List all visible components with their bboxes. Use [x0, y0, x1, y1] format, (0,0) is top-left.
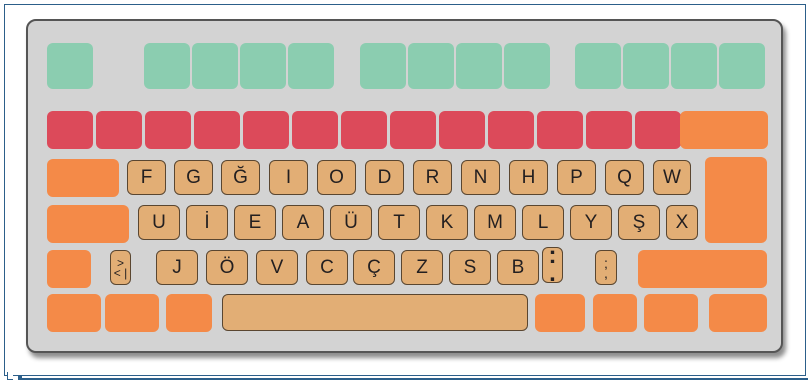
function-key[interactable] [671, 43, 717, 89]
colon-key[interactable]: : . [542, 244, 563, 287]
letter-key-h[interactable]: H [509, 160, 548, 195]
number-key[interactable] [96, 111, 142, 149]
letter-key-c-cedilla[interactable]: Ç [353, 250, 395, 285]
letter-key-f[interactable]: F [127, 160, 166, 195]
left-shift-key[interactable] [47, 250, 91, 288]
letter-key-u-umlaut[interactable]: Ü [330, 205, 372, 240]
letter-key-o-umlaut[interactable]: Ö [206, 250, 248, 285]
letter-key-g-breve[interactable]: Ğ [221, 160, 260, 195]
frame-corner-tick [7, 372, 13, 380]
letter-key-t[interactable]: T [378, 205, 420, 240]
letter-key-g[interactable]: G [174, 160, 213, 195]
right-shift-key[interactable] [638, 250, 767, 288]
number-key[interactable] [635, 111, 681, 149]
function-key[interactable] [456, 43, 502, 89]
letter-key-w[interactable]: W [653, 160, 691, 195]
letter-key-z[interactable]: Z [401, 250, 443, 285]
number-key[interactable] [145, 111, 191, 149]
number-key[interactable] [292, 111, 338, 149]
right-extra-key[interactable] [709, 294, 767, 332]
function-key[interactable] [623, 43, 669, 89]
letter-key-o[interactable]: O [317, 160, 356, 195]
space-bar[interactable] [222, 294, 528, 331]
number-key[interactable] [439, 111, 485, 149]
letter-key-i[interactable]: I [269, 160, 308, 195]
letter-key-p[interactable]: P [557, 160, 596, 195]
function-key[interactable] [408, 43, 454, 89]
right-ctrl-key[interactable] [644, 294, 698, 332]
letter-key-m[interactable]: M [474, 205, 516, 240]
enter-key[interactable] [705, 157, 767, 243]
letter-key-r[interactable]: R [413, 160, 452, 195]
right-alt-key[interactable] [535, 294, 585, 332]
backspace-key[interactable] [680, 111, 768, 149]
letter-key-s[interactable]: S [449, 250, 491, 285]
colon-key-period-label: . [549, 260, 556, 287]
letter-key-s-cedilla[interactable]: Ş [618, 205, 660, 240]
number-key[interactable] [341, 111, 387, 149]
letter-key-x[interactable]: X [666, 205, 698, 240]
keyboard-body: F G Ğ I O D R N H P Q W U İ E A Ü T K M … [26, 19, 783, 353]
left-ctrl-key[interactable] [47, 294, 101, 332]
number-key[interactable] [488, 111, 534, 149]
left-alt-key[interactable] [166, 294, 212, 332]
number-key[interactable] [537, 111, 583, 149]
function-key[interactable] [719, 43, 765, 89]
frame-bottom-accent [18, 378, 808, 380]
number-key[interactable] [586, 111, 632, 149]
letter-key-j[interactable]: J [156, 250, 198, 285]
function-key-escape[interactable] [47, 43, 93, 89]
function-key[interactable] [360, 43, 406, 89]
letter-key-d[interactable]: D [365, 160, 404, 195]
caps-lock-key[interactable] [47, 205, 129, 243]
menu-key[interactable] [593, 294, 637, 332]
letter-key-y[interactable]: Y [570, 205, 612, 240]
angle-bracket-key[interactable]: > < | [110, 250, 131, 285]
letter-key-b[interactable]: B [497, 250, 539, 285]
number-key[interactable] [390, 111, 436, 149]
function-key[interactable] [575, 43, 621, 89]
letter-key-e[interactable]: E [234, 205, 276, 240]
semicolon-key-comma-label: , [604, 264, 608, 281]
function-key[interactable] [192, 43, 238, 89]
function-key[interactable] [240, 43, 286, 89]
angle-key-bottom-label: < | [113, 265, 128, 280]
letter-key-k[interactable]: K [426, 205, 468, 240]
semicolon-key[interactable]: ; , [595, 250, 617, 285]
function-key[interactable] [144, 43, 190, 89]
letter-key-l[interactable]: L [522, 205, 564, 240]
letter-key-v[interactable]: V [256, 250, 298, 285]
number-key[interactable] [194, 111, 240, 149]
tab-key[interactable] [47, 159, 119, 197]
number-key[interactable] [243, 111, 289, 149]
letter-key-u[interactable]: U [138, 205, 180, 240]
letter-key-i-dotted[interactable]: İ [186, 205, 228, 240]
letter-key-c[interactable]: C [306, 250, 348, 285]
letter-key-a[interactable]: A [282, 205, 324, 240]
letter-key-n[interactable]: N [461, 160, 500, 195]
number-key[interactable] [47, 111, 93, 149]
function-key[interactable] [504, 43, 550, 89]
function-key[interactable] [288, 43, 334, 89]
fn-key[interactable] [105, 294, 159, 332]
letter-key-q[interactable]: Q [605, 160, 644, 195]
